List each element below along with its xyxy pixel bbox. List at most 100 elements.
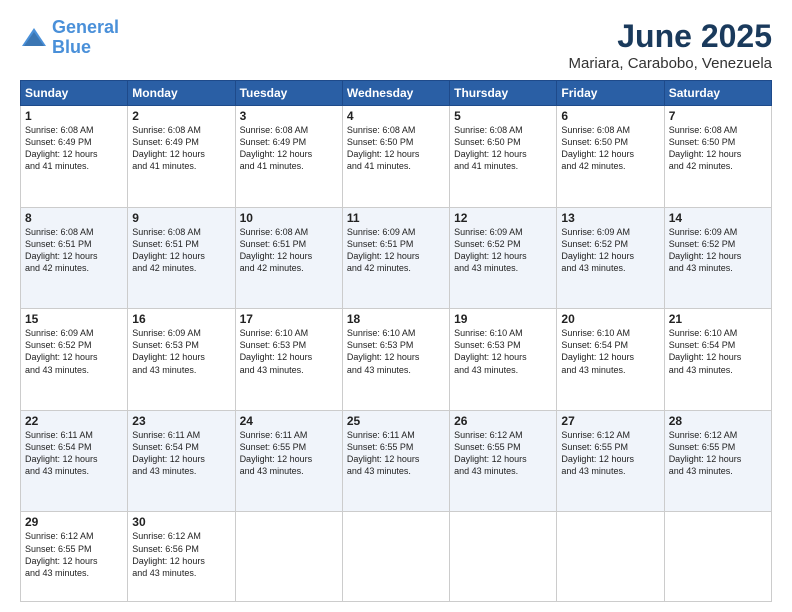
day-number: 17 bbox=[240, 312, 338, 326]
day-number: 7 bbox=[669, 109, 767, 123]
cell-details: Sunrise: 6:10 AMSunset: 6:54 PMDaylight:… bbox=[669, 327, 767, 376]
calendar-cell: 26Sunrise: 6:12 AMSunset: 6:55 PMDayligh… bbox=[450, 410, 557, 512]
cell-details: Sunrise: 6:08 AMSunset: 6:49 PMDaylight:… bbox=[240, 124, 338, 173]
calendar-cell bbox=[664, 512, 771, 602]
day-number: 15 bbox=[25, 312, 123, 326]
calendar-cell: 10Sunrise: 6:08 AMSunset: 6:51 PMDayligh… bbox=[235, 207, 342, 309]
day-number: 25 bbox=[347, 414, 445, 428]
calendar-cell: 6Sunrise: 6:08 AMSunset: 6:50 PMDaylight… bbox=[557, 106, 664, 208]
weekday-header-monday: Monday bbox=[128, 81, 235, 106]
calendar-cell: 11Sunrise: 6:09 AMSunset: 6:51 PMDayligh… bbox=[342, 207, 449, 309]
calendar-cell: 21Sunrise: 6:10 AMSunset: 6:54 PMDayligh… bbox=[664, 309, 771, 411]
day-number: 23 bbox=[132, 414, 230, 428]
calendar-cell: 20Sunrise: 6:10 AMSunset: 6:54 PMDayligh… bbox=[557, 309, 664, 411]
calendar-week-2: 8Sunrise: 6:08 AMSunset: 6:51 PMDaylight… bbox=[21, 207, 772, 309]
day-number: 4 bbox=[347, 109, 445, 123]
cell-details: Sunrise: 6:09 AMSunset: 6:52 PMDaylight:… bbox=[561, 226, 659, 275]
day-number: 19 bbox=[454, 312, 552, 326]
day-number: 1 bbox=[25, 109, 123, 123]
weekday-header-saturday: Saturday bbox=[664, 81, 771, 106]
cell-details: Sunrise: 6:08 AMSunset: 6:50 PMDaylight:… bbox=[347, 124, 445, 173]
calendar-week-5: 29Sunrise: 6:12 AMSunset: 6:55 PMDayligh… bbox=[21, 512, 772, 602]
cell-details: Sunrise: 6:12 AMSunset: 6:55 PMDaylight:… bbox=[25, 530, 123, 579]
calendar-cell: 2Sunrise: 6:08 AMSunset: 6:49 PMDaylight… bbox=[128, 106, 235, 208]
header: General Blue June 2025 Mariara, Carabobo… bbox=[20, 18, 772, 72]
cell-details: Sunrise: 6:09 AMSunset: 6:52 PMDaylight:… bbox=[25, 327, 123, 376]
day-number: 12 bbox=[454, 211, 552, 225]
cell-details: Sunrise: 6:09 AMSunset: 6:53 PMDaylight:… bbox=[132, 327, 230, 376]
weekday-header-thursday: Thursday bbox=[450, 81, 557, 106]
calendar-table: SundayMondayTuesdayWednesdayThursdayFrid… bbox=[20, 80, 772, 602]
calendar-cell: 25Sunrise: 6:11 AMSunset: 6:55 PMDayligh… bbox=[342, 410, 449, 512]
calendar-cell: 19Sunrise: 6:10 AMSunset: 6:53 PMDayligh… bbox=[450, 309, 557, 411]
cell-details: Sunrise: 6:10 AMSunset: 6:53 PMDaylight:… bbox=[454, 327, 552, 376]
calendar-cell bbox=[235, 512, 342, 602]
day-number: 21 bbox=[669, 312, 767, 326]
calendar-cell: 29Sunrise: 6:12 AMSunset: 6:55 PMDayligh… bbox=[21, 512, 128, 602]
calendar-cell: 4Sunrise: 6:08 AMSunset: 6:50 PMDaylight… bbox=[342, 106, 449, 208]
calendar-cell: 5Sunrise: 6:08 AMSunset: 6:50 PMDaylight… bbox=[450, 106, 557, 208]
cell-details: Sunrise: 6:08 AMSunset: 6:50 PMDaylight:… bbox=[561, 124, 659, 173]
calendar-cell: 24Sunrise: 6:11 AMSunset: 6:55 PMDayligh… bbox=[235, 410, 342, 512]
calendar-cell bbox=[450, 512, 557, 602]
cell-details: Sunrise: 6:10 AMSunset: 6:54 PMDaylight:… bbox=[561, 327, 659, 376]
day-number: 24 bbox=[240, 414, 338, 428]
calendar-cell bbox=[557, 512, 664, 602]
location: Mariara, Carabobo, Venezuela bbox=[569, 55, 772, 72]
calendar-cell: 18Sunrise: 6:10 AMSunset: 6:53 PMDayligh… bbox=[342, 309, 449, 411]
cell-details: Sunrise: 6:11 AMSunset: 6:54 PMDaylight:… bbox=[25, 429, 123, 478]
cell-details: Sunrise: 6:10 AMSunset: 6:53 PMDaylight:… bbox=[347, 327, 445, 376]
day-number: 8 bbox=[25, 211, 123, 225]
calendar-cell: 28Sunrise: 6:12 AMSunset: 6:55 PMDayligh… bbox=[664, 410, 771, 512]
weekday-header-friday: Friday bbox=[557, 81, 664, 106]
day-number: 28 bbox=[669, 414, 767, 428]
cell-details: Sunrise: 6:08 AMSunset: 6:50 PMDaylight:… bbox=[669, 124, 767, 173]
day-number: 3 bbox=[240, 109, 338, 123]
weekday-header-sunday: Sunday bbox=[21, 81, 128, 106]
calendar-cell: 12Sunrise: 6:09 AMSunset: 6:52 PMDayligh… bbox=[450, 207, 557, 309]
day-number: 22 bbox=[25, 414, 123, 428]
day-number: 2 bbox=[132, 109, 230, 123]
cell-details: Sunrise: 6:11 AMSunset: 6:54 PMDaylight:… bbox=[132, 429, 230, 478]
day-number: 11 bbox=[347, 211, 445, 225]
page: General Blue June 2025 Mariara, Carabobo… bbox=[0, 0, 792, 612]
calendar-cell: 8Sunrise: 6:08 AMSunset: 6:51 PMDaylight… bbox=[21, 207, 128, 309]
day-number: 26 bbox=[454, 414, 552, 428]
cell-details: Sunrise: 6:09 AMSunset: 6:52 PMDaylight:… bbox=[454, 226, 552, 275]
calendar-cell: 17Sunrise: 6:10 AMSunset: 6:53 PMDayligh… bbox=[235, 309, 342, 411]
day-number: 20 bbox=[561, 312, 659, 326]
logo: General Blue bbox=[20, 18, 119, 58]
cell-details: Sunrise: 6:08 AMSunset: 6:49 PMDaylight:… bbox=[25, 124, 123, 173]
day-number: 5 bbox=[454, 109, 552, 123]
cell-details: Sunrise: 6:08 AMSunset: 6:51 PMDaylight:… bbox=[132, 226, 230, 275]
cell-details: Sunrise: 6:12 AMSunset: 6:55 PMDaylight:… bbox=[454, 429, 552, 478]
cell-details: Sunrise: 6:11 AMSunset: 6:55 PMDaylight:… bbox=[240, 429, 338, 478]
calendar-week-1: 1Sunrise: 6:08 AMSunset: 6:49 PMDaylight… bbox=[21, 106, 772, 208]
day-number: 14 bbox=[669, 211, 767, 225]
cell-details: Sunrise: 6:08 AMSunset: 6:51 PMDaylight:… bbox=[240, 226, 338, 275]
day-number: 29 bbox=[25, 515, 123, 529]
day-number: 9 bbox=[132, 211, 230, 225]
cell-details: Sunrise: 6:12 AMSunset: 6:55 PMDaylight:… bbox=[669, 429, 767, 478]
calendar-cell: 22Sunrise: 6:11 AMSunset: 6:54 PMDayligh… bbox=[21, 410, 128, 512]
calendar-cell bbox=[342, 512, 449, 602]
cell-details: Sunrise: 6:12 AMSunset: 6:56 PMDaylight:… bbox=[132, 530, 230, 579]
calendar-cell: 9Sunrise: 6:08 AMSunset: 6:51 PMDaylight… bbox=[128, 207, 235, 309]
day-number: 6 bbox=[561, 109, 659, 123]
cell-details: Sunrise: 6:08 AMSunset: 6:51 PMDaylight:… bbox=[25, 226, 123, 275]
cell-details: Sunrise: 6:09 AMSunset: 6:52 PMDaylight:… bbox=[669, 226, 767, 275]
calendar-cell: 3Sunrise: 6:08 AMSunset: 6:49 PMDaylight… bbox=[235, 106, 342, 208]
cell-details: Sunrise: 6:10 AMSunset: 6:53 PMDaylight:… bbox=[240, 327, 338, 376]
calendar-cell: 7Sunrise: 6:08 AMSunset: 6:50 PMDaylight… bbox=[664, 106, 771, 208]
cell-details: Sunrise: 6:09 AMSunset: 6:51 PMDaylight:… bbox=[347, 226, 445, 275]
weekday-header-tuesday: Tuesday bbox=[235, 81, 342, 106]
calendar-cell: 27Sunrise: 6:12 AMSunset: 6:55 PMDayligh… bbox=[557, 410, 664, 512]
weekday-header-wednesday: Wednesday bbox=[342, 81, 449, 106]
calendar-cell: 16Sunrise: 6:09 AMSunset: 6:53 PMDayligh… bbox=[128, 309, 235, 411]
weekday-header-row: SundayMondayTuesdayWednesdayThursdayFrid… bbox=[21, 81, 772, 106]
day-number: 18 bbox=[347, 312, 445, 326]
logo-icon bbox=[20, 24, 48, 52]
calendar-cell: 1Sunrise: 6:08 AMSunset: 6:49 PMDaylight… bbox=[21, 106, 128, 208]
cell-details: Sunrise: 6:08 AMSunset: 6:49 PMDaylight:… bbox=[132, 124, 230, 173]
day-number: 30 bbox=[132, 515, 230, 529]
